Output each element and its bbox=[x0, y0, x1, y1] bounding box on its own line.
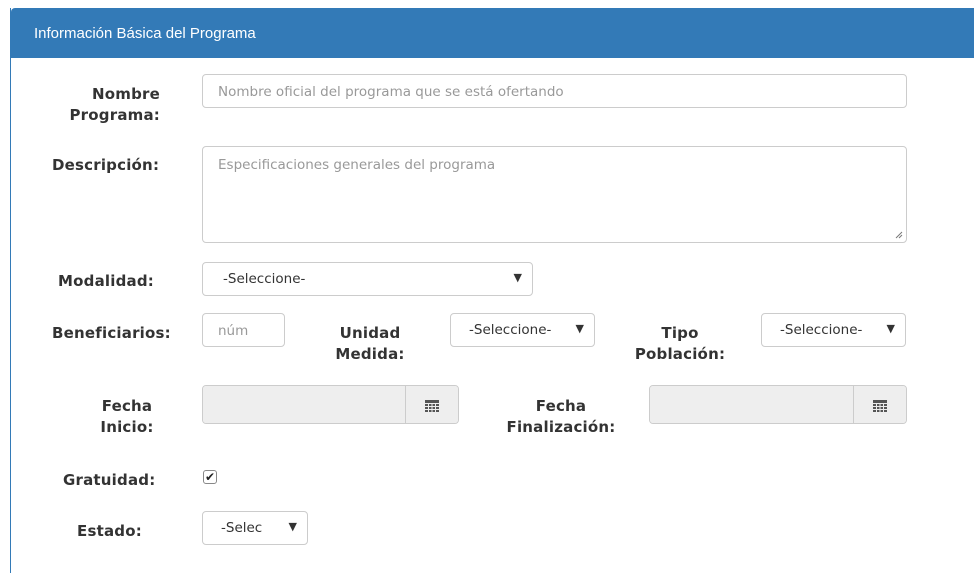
panel-heading: Información Básica del Programa bbox=[11, 8, 974, 58]
gratuidad-checkbox[interactable]: ✔ bbox=[203, 470, 217, 484]
estado-select[interactable]: -Seleccione- ▼ bbox=[202, 511, 308, 545]
fecha-finalizacion-calendar-button[interactable] bbox=[853, 386, 906, 423]
chevron-down-icon: ▼ bbox=[886, 322, 895, 335]
unidad-medida-select-value: -Seleccione- bbox=[469, 322, 551, 338]
chevron-down-icon: ▼ bbox=[288, 520, 297, 533]
descripcion-textarea[interactable]: Especificaciones generales del programa bbox=[202, 146, 907, 243]
modalidad-select[interactable]: -Seleccione- ▼ bbox=[202, 262, 533, 296]
nombre-programa-placeholder: Nombre oficial del programa que se está … bbox=[218, 84, 564, 100]
estado-select-value: -Seleccione- bbox=[221, 520, 263, 536]
fecha-inicio-calendar-button[interactable] bbox=[405, 386, 458, 423]
beneficiarios-label: Beneficiarios: bbox=[52, 324, 171, 342]
tipo-poblacion-select[interactable]: -Seleccione- ▼ bbox=[761, 313, 906, 347]
descripcion-placeholder: Especificaciones generales del programa bbox=[218, 157, 496, 173]
tipo-poblacion-label: Tipo Población: bbox=[634, 324, 726, 363]
unidad-medida-select[interactable]: -Seleccione- ▼ bbox=[450, 313, 595, 347]
fecha-finalizacion-input[interactable] bbox=[650, 386, 854, 423]
chevron-down-icon: ▼ bbox=[513, 271, 522, 284]
beneficiarios-input[interactable]: núm bbox=[202, 313, 285, 347]
fecha-inicio-label: Fecha Inicio: bbox=[100, 397, 154, 436]
fecha-finalizacion-label: Fecha Finalización: bbox=[506, 397, 616, 436]
panel-title: Información Básica del Programa bbox=[34, 25, 256, 42]
nombre-programa-label: Nombre Programa: bbox=[69, 85, 160, 124]
modalidad-select-value: -Seleccione- bbox=[223, 271, 306, 287]
unidad-medida-label: Unidad Medida: bbox=[335, 324, 405, 363]
fecha-finalizacion-group[interactable] bbox=[649, 385, 907, 424]
chevron-down-icon: ▼ bbox=[575, 322, 584, 335]
fecha-inicio-input[interactable] bbox=[203, 386, 406, 423]
estado-label: Estado: bbox=[77, 522, 142, 540]
checkmark-icon: ✔ bbox=[204, 470, 216, 484]
nombre-programa-input[interactable]: Nombre oficial del programa que se está … bbox=[202, 74, 907, 108]
calendar-icon bbox=[425, 400, 439, 412]
descripcion-label: Descripción: bbox=[52, 156, 160, 174]
resize-handle-icon[interactable] bbox=[895, 231, 903, 239]
fecha-inicio-group[interactable] bbox=[202, 385, 459, 424]
gratuidad-label: Gratuidad: bbox=[63, 471, 156, 489]
tipo-poblacion-select-value: -Seleccione- bbox=[780, 322, 862, 338]
modalidad-label: Modalidad: bbox=[58, 272, 154, 290]
calendar-icon bbox=[873, 400, 887, 412]
beneficiarios-placeholder: núm bbox=[218, 323, 249, 339]
